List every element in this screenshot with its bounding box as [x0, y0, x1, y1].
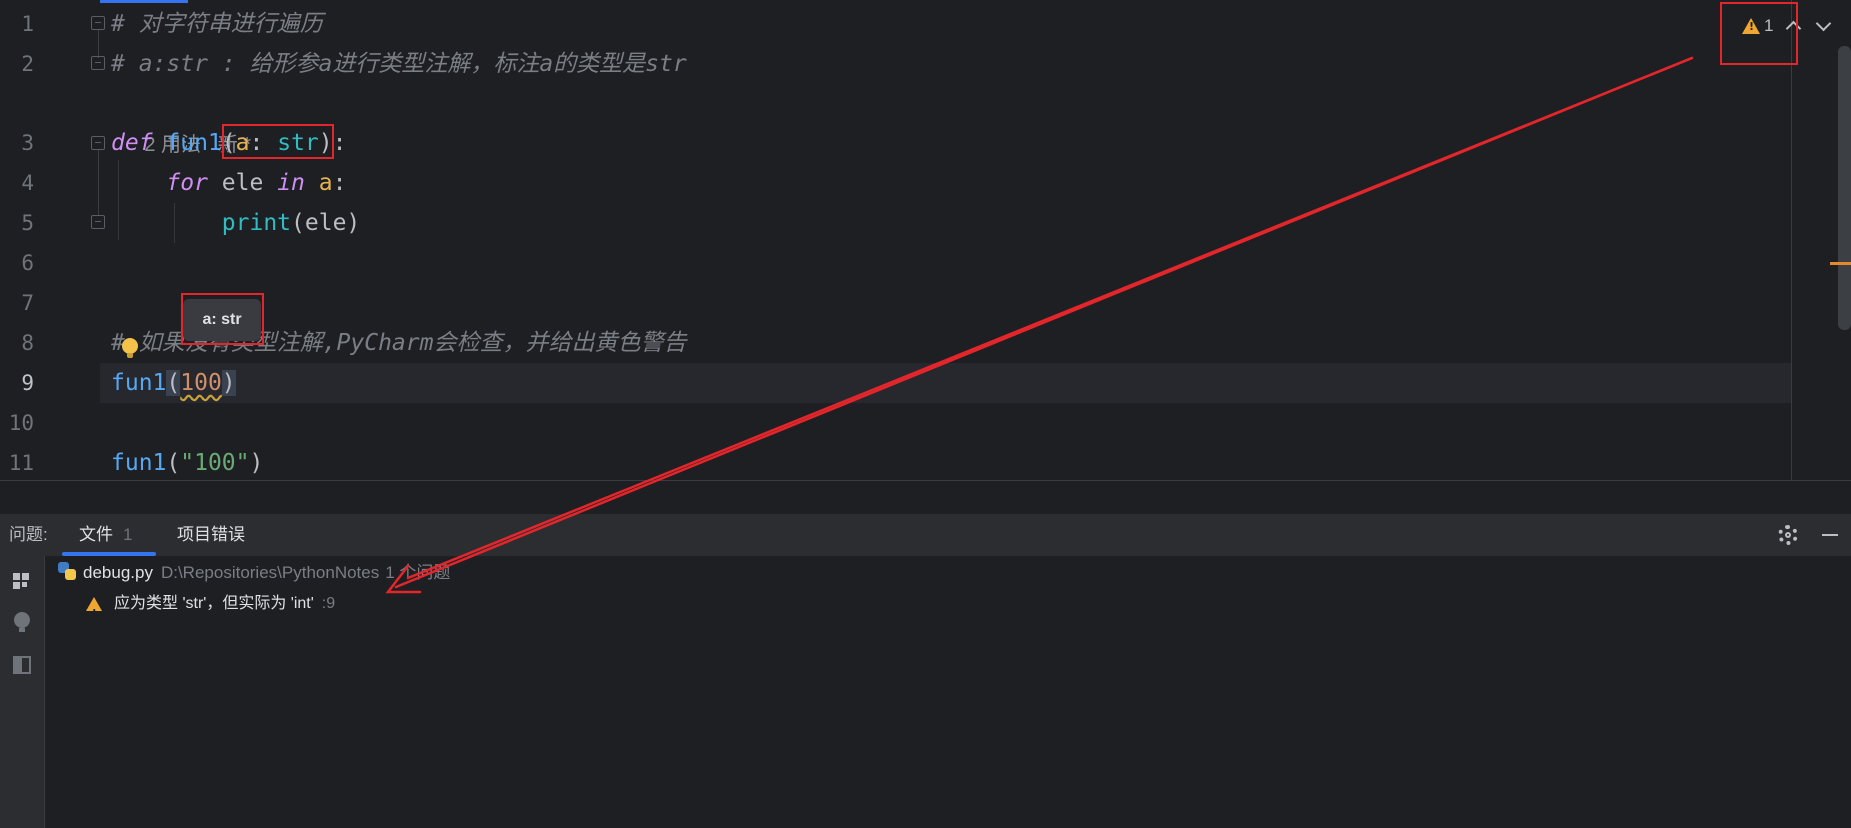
- fold-toggle-icon[interactable]: [91, 215, 105, 229]
- code-line-4[interactable]: for ele in a:: [111, 163, 346, 203]
- problems-title: 问题:: [9, 525, 48, 544]
- paren: (: [166, 370, 181, 396]
- minimize-icon[interactable]: [1822, 534, 1838, 536]
- line-number: 5: [21, 211, 34, 235]
- keyword-def: def: [111, 130, 153, 156]
- right-margin-line: [1791, 0, 1792, 480]
- problem-line: :9: [321, 595, 336, 612]
- code-line-5[interactable]: print(ele): [111, 203, 361, 243]
- line-number: 7: [21, 291, 34, 315]
- fold-toggle-icon[interactable]: [91, 16, 105, 30]
- line-number: 4: [21, 171, 34, 195]
- python-file-icon: [58, 562, 78, 582]
- code-editor[interactable]: 1 2 3 4 5 6 7 8 9 10 11 # 对字符串进行遍历 # a:s…: [0, 0, 1851, 480]
- paren-close: ): [221, 370, 236, 396]
- function-call: fun1: [111, 370, 167, 396]
- fold-toggle-icon[interactable]: [91, 136, 105, 150]
- annotation-box-inspection: [1720, 2, 1798, 65]
- code-line-2[interactable]: # a:str : 给形参a进行类型注解，标注a的类型是str: [111, 44, 687, 84]
- preview-panel-icon[interactable]: [13, 656, 31, 674]
- line-number: 11: [8, 451, 34, 475]
- vertical-scrollbar[interactable]: [1838, 46, 1851, 330]
- code-line-11[interactable]: fun1("100"): [111, 443, 263, 483]
- print-args: (ele): [291, 210, 361, 236]
- warning-stripe-marker[interactable]: [1830, 262, 1851, 265]
- paren-close: ): [249, 450, 264, 476]
- line-number: 2: [21, 52, 34, 76]
- line-number: 3: [21, 131, 34, 155]
- string-literal: "100": [180, 450, 250, 476]
- current-line-highlight: [100, 363, 1791, 403]
- problems-toolbar: [0, 556, 45, 828]
- problem-count: 1 个问题: [385, 563, 451, 582]
- var-ele: ele: [207, 170, 278, 196]
- builtin-print: print: [221, 210, 292, 236]
- problem-item[interactable]: 应为类型 'str'，但实际为 'int' :9: [86, 589, 336, 629]
- warning-argument[interactable]: 100: [180, 370, 222, 396]
- problems-header: 问题: 文件 1 项目错误: [0, 514, 1851, 556]
- problem-message: 应为类型 'str'，但实际为 'int': [114, 595, 314, 612]
- line-number: 9: [21, 371, 34, 395]
- tab-file-count: 1: [123, 525, 133, 544]
- problem-file-row[interactable]: debug.py D:\Repositories\PythonNotes 1 个问题: [58, 558, 450, 588]
- line-number: 1: [21, 12, 34, 36]
- file-name: debug.py: [83, 563, 153, 582]
- tab-file-label: 文件: [79, 525, 113, 544]
- group-by-icon[interactable]: [13, 573, 31, 591]
- pycharm-window: 1 2 3 4 5 6 7 8 9 10 11 # 对字符串进行遍历 # a:s…: [0, 0, 1851, 828]
- keyword-for: for: [166, 170, 208, 196]
- line-number: 10: [8, 411, 34, 435]
- quick-fix-icon[interactable]: [14, 612, 30, 632]
- var-a: a: [304, 170, 333, 196]
- annotation-box-tooltip: [181, 293, 264, 345]
- lightbulb-icon[interactable]: [122, 338, 138, 358]
- function-call: fun1: [111, 450, 167, 476]
- tab-project-errors[interactable]: 项目错误: [177, 514, 245, 556]
- annotation-box-param: [222, 124, 334, 159]
- file-path: D:\Repositories\PythonNotes: [160, 563, 380, 582]
- code-line-9[interactable]: fun1(100): [111, 363, 236, 403]
- fold-toggle-icon[interactable]: [91, 56, 105, 70]
- inlay-hint-usages[interactable]: 2 用法 新 *: [111, 85, 251, 156]
- gear-icon[interactable]: [1778, 525, 1798, 545]
- code-line-1[interactable]: # 对字符串进行遍历: [111, 4, 323, 44]
- fold-guide: [98, 30, 99, 58]
- chevron-down-icon[interactable]: [1813, 16, 1833, 36]
- panel-splitter[interactable]: [0, 480, 1851, 514]
- line-number: 8: [21, 331, 34, 355]
- colon: :: [332, 170, 347, 196]
- tab-file[interactable]: 文件 1: [79, 514, 132, 556]
- warning-icon: [86, 597, 102, 629]
- function-name: fun1: [166, 130, 222, 156]
- keyword-in: in: [277, 170, 305, 196]
- fold-guide: [98, 150, 99, 216]
- line-number: 6: [21, 251, 34, 275]
- paren: (: [166, 450, 181, 476]
